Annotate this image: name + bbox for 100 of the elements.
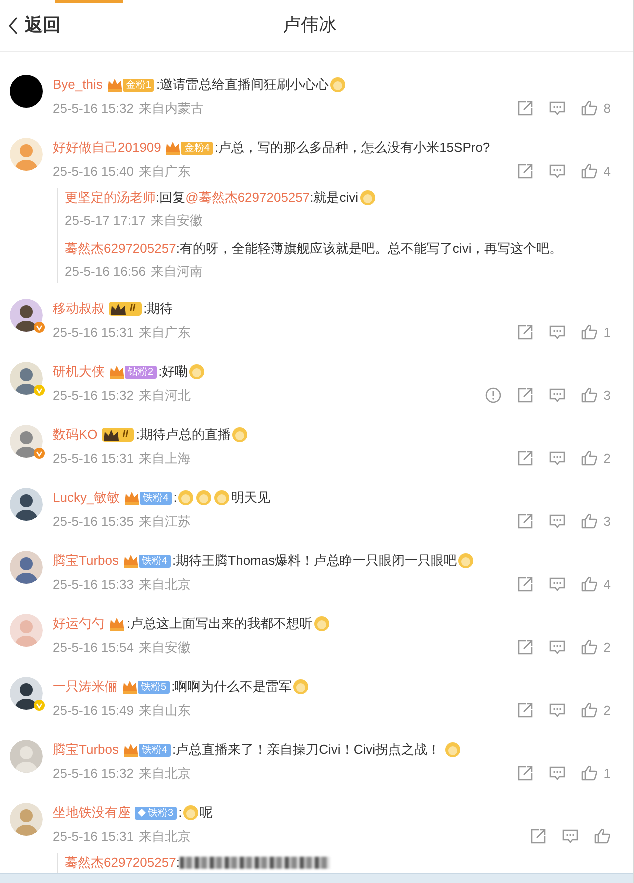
share-button[interactable]: [516, 513, 534, 530]
thumbs-up-icon: [580, 639, 598, 656]
share-button[interactable]: [516, 639, 534, 656]
comment-button[interactable]: [548, 576, 566, 593]
comment-text: :邀请雷总给直播间狂刷小心心: [156, 76, 330, 94]
share-button[interactable]: [516, 163, 534, 180]
username[interactable]: 腾宝Turbos: [53, 551, 119, 571]
comment-button[interactable]: [548, 702, 566, 719]
share-icon: [516, 639, 534, 656]
crown-icon: [102, 428, 120, 442]
comment-text: :回复: [156, 189, 186, 208]
like-button[interactable]: 2: [580, 448, 611, 468]
comment-location: 来自北京: [138, 828, 191, 846]
share-button[interactable]: [516, 450, 534, 467]
share-icon: [530, 828, 547, 845]
share-icon: [516, 324, 534, 341]
username[interactable]: 研机大侠: [53, 362, 105, 382]
comment-button[interactable]: [548, 765, 566, 782]
emoji-icon: [330, 77, 346, 93]
share-icon: [516, 576, 534, 593]
crown-icon: [124, 491, 140, 505]
like-button[interactable]: 2: [580, 700, 611, 720]
like-button[interactable]: 4: [580, 162, 611, 182]
emoji-icon: [293, 679, 310, 695]
fan-badge: 金粉4: [181, 142, 213, 154]
comment-button[interactable]: [548, 387, 566, 404]
fan-badge: 铁粉5: [138, 680, 170, 694]
comment-button[interactable]: [548, 324, 566, 341]
comment-text: 明天见: [231, 489, 270, 508]
comment-text: :卢总这上面写出来的我都不想听: [127, 615, 313, 634]
comment-text: :: [176, 854, 180, 872]
comment-date: 25-5-17 17:17: [65, 212, 146, 230]
thumbs-up-icon: [580, 163, 598, 180]
username[interactable]: 一只涛米俪: [53, 677, 118, 697]
username[interactable]: Lucky_敏敏: [53, 488, 120, 508]
comment-location: 来自广东: [138, 162, 191, 181]
username[interactable]: 移动叔叔: [53, 299, 105, 319]
comment-date: 25-5-16 15:40: [53, 162, 134, 181]
like-button[interactable]: 3: [580, 386, 611, 406]
username[interactable]: 好运勺勺: [53, 614, 105, 634]
comment-location: 来自河南: [150, 263, 203, 282]
back-button[interactable]: 返回: [0, 12, 61, 39]
comment-text: :啊啊为什么不是雷军: [172, 678, 292, 696]
thumbs-up-icon: [580, 450, 598, 467]
like-button[interactable]: 4: [580, 574, 611, 594]
username[interactable]: Bye_this: [53, 75, 103, 95]
comment-text: :期待: [144, 300, 174, 318]
comment-button[interactable]: [548, 513, 566, 530]
comment-location: 来自江苏: [138, 512, 191, 531]
comment-date: 25-5-16 15:49: [53, 702, 134, 720]
mention-link[interactable]: @蓦然杰6297205257: [186, 188, 310, 208]
share-button[interactable]: [516, 324, 534, 341]
comment-button[interactable]: [548, 163, 566, 180]
comment-location: 来自北京: [138, 576, 191, 594]
report-button[interactable]: [484, 387, 502, 404]
comment-button[interactable]: [548, 100, 566, 117]
username[interactable]: 更坚定的汤老师: [65, 188, 156, 208]
username[interactable]: 蓦然杰6297205257: [65, 239, 176, 259]
emoji-icon: [458, 553, 474, 569]
like-button[interactable]: 1: [580, 764, 611, 784]
comment-location: 来自上海: [138, 450, 191, 468]
share-button[interactable]: [516, 702, 534, 719]
crown-icon: [122, 743, 139, 757]
username[interactable]: 蓦然杰6297205257: [65, 853, 176, 873]
username[interactable]: 坐地铁没有座: [53, 803, 131, 823]
share-button[interactable]: [530, 828, 547, 845]
share-button[interactable]: [516, 765, 534, 782]
comment-button[interactable]: [562, 828, 579, 845]
comment-icon: [548, 576, 566, 593]
comment-icon: [548, 324, 566, 341]
username[interactable]: 数码KO: [53, 425, 98, 445]
share-button[interactable]: [516, 576, 534, 593]
share-button[interactable]: [516, 387, 534, 404]
emoji-icon: [360, 190, 376, 206]
comment-text: 呢: [200, 804, 214, 822]
comment-text: :期待王腾Thomas爆料！卢总睁一只眼闭一只眼吧: [172, 552, 458, 570]
comment-button[interactable]: [548, 639, 566, 656]
comment-text: :: [178, 804, 182, 822]
comment-icon: [548, 513, 566, 530]
emoji-icon: [314, 616, 330, 632]
username[interactable]: 腾宝Turbos: [53, 740, 119, 760]
like-button[interactable]: 2: [580, 638, 611, 658]
comment-location: 来自山东: [138, 702, 191, 720]
like-button[interactable]: 3: [580, 512, 611, 532]
like-button[interactable]: [594, 828, 611, 845]
comment-text: :就是civi: [310, 189, 359, 208]
comment-location: 来自安徽: [138, 638, 191, 657]
comment-button[interactable]: [548, 450, 566, 467]
like-button[interactable]: 1: [580, 322, 611, 342]
share-button[interactable]: [516, 100, 534, 117]
page-title: 卢伟冰: [282, 14, 338, 37]
comment-icon: [548, 765, 566, 782]
comment-date: 25-5-16 15:32: [53, 764, 134, 783]
username[interactable]: 好好做自己201909: [53, 138, 162, 158]
thumbs-up-icon: [594, 828, 611, 845]
thumbs-up-icon: [580, 702, 598, 719]
like-button[interactable]: 8: [580, 98, 611, 118]
share-icon: [516, 387, 534, 404]
emoji-icon: [178, 490, 194, 506]
level-badge: II: [102, 428, 134, 442]
